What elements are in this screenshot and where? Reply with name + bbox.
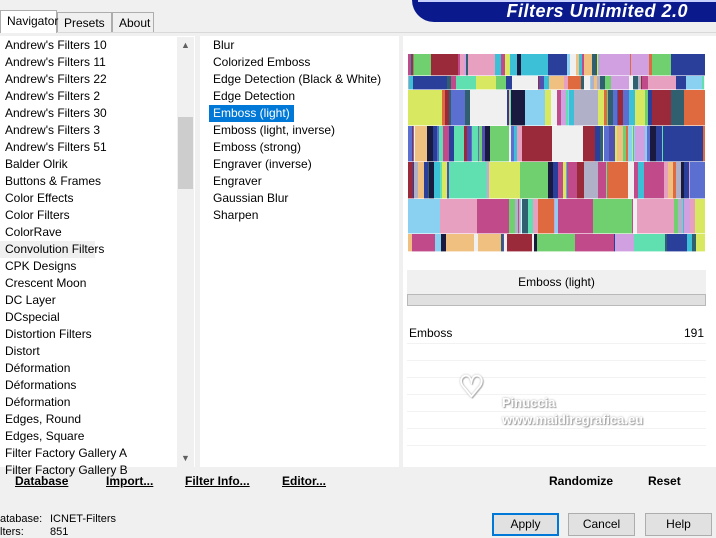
category-item[interactable]: Déformation [0,394,175,411]
category-item[interactable]: ColorRave [0,224,175,241]
category-item[interactable]: Distortion Filters [0,326,175,343]
category-item[interactable]: Andrew's Filters 22 [0,71,175,88]
filter-list[interactable]: Blur Colorized Emboss Edge Detection (Blac… [200,36,399,467]
category-item[interactable]: Filter Factory Gallery A [0,445,175,462]
reset-button[interactable]: Reset [648,474,681,492]
category-item[interactable]: Crescent Moon [0,275,175,292]
param-row-empty [407,428,706,444]
category-item[interactable]: Convolution Filters [0,241,104,258]
filters-count-label: lters: [0,526,24,538]
app-title: Filters Unlimited 2.0 [506,1,688,21]
filter-info-button[interactable]: Filter Info... [185,474,250,492]
category-item[interactable]: Andrew's Filters 2 [0,88,175,105]
category-item[interactable]: Andrew's Filters 11 [0,54,175,71]
filter-item[interactable]: Emboss (strong) [209,139,305,156]
param-row-empty [407,394,706,410]
randomize-button[interactable]: Randomize [549,474,613,492]
category-item[interactable]: CPK Designs [0,258,175,275]
filter-item[interactable]: Colorized Emboss [209,54,314,71]
param-value: 191 [683,326,704,340]
filter-item[interactable]: Engraver [209,173,266,190]
category-item[interactable]: Andrew's Filters 10 [0,37,175,54]
scroll-thumb[interactable] [178,117,193,189]
category-item[interactable]: Edges, Round [0,411,175,428]
category-item[interactable]: Andrew's Filters 51 [0,139,175,156]
cancel-button[interactable]: Cancel [568,513,635,536]
apply-button[interactable]: Apply [492,513,559,536]
tab-about[interactable]: About [112,12,154,32]
editor-button[interactable]: Editor... [282,474,326,492]
category-item[interactable]: Distort [0,343,175,360]
filter-item[interactable]: Edge Detection (Black & White) [209,71,385,88]
filter-item[interactable]: Emboss (light, inverse) [209,122,339,139]
filter-item[interactable]: Engraver (inverse) [209,156,316,173]
filter-item[interactable]: Gaussian Blur [209,190,292,207]
category-item[interactable]: Andrew's Filters 30 [0,105,175,122]
category-item[interactable]: Edges, Square [0,428,175,445]
help-button[interactable]: Help [645,513,712,536]
tab-bar: Navigator Presets About [0,10,400,33]
category-scrollbar[interactable]: ▲ ▼ [177,37,194,467]
watermark-url: www.maidiregrafica.eu [502,412,644,427]
category-item[interactable]: Balder Olrik [0,156,175,173]
category-list[interactable]: Andrew's Filters 10 Andrew's Filters 11 An… [0,36,195,477]
preview-image [408,54,705,252]
category-item[interactable]: Andrew's Filters 3 [0,122,175,139]
category-item[interactable]: DC Layer [0,292,175,309]
watermark-name: Pinuccia [502,395,556,410]
filter-name-label: Emboss (light) [407,270,706,294]
category-item[interactable]: Buttons & Frames [0,173,175,190]
param-row-empty [407,445,706,461]
app-banner: Filters Unlimited 2.0 [412,0,716,22]
category-item[interactable]: DCspecial [0,309,175,326]
tab-presets[interactable]: Presets [57,12,112,32]
param-label: Emboss [409,326,453,340]
category-item[interactable]: Déformations [0,377,175,394]
filters-count-value: 851 [50,526,69,538]
filter-item[interactable]: Edge Detection [209,88,299,105]
param-row-emboss[interactable]: Emboss 191 [407,325,706,342]
preset-slot-bar[interactable] [407,294,706,306]
category-item[interactable]: Color Effects [0,190,175,207]
scroll-up-arrow-icon[interactable]: ▲ [177,37,194,54]
import-button[interactable]: Import... [106,474,153,492]
scroll-down-arrow-icon[interactable]: ▼ [177,450,194,467]
category-item[interactable]: Déformation [0,360,175,377]
database-label: atabase: [0,513,43,525]
filter-item[interactable]: Sharpen [209,207,262,224]
param-row-empty [407,360,706,376]
database-value: ICNET-Filters [50,513,116,525]
filter-item[interactable]: Blur [209,37,238,54]
param-row-empty [407,377,706,393]
param-row-empty [407,343,706,359]
filter-item[interactable]: Emboss (light) [209,105,294,122]
tab-navigator[interactable]: Navigator [0,10,58,33]
database-button[interactable]: Database [15,474,68,492]
category-item[interactable]: Color Filters [0,207,175,224]
watermark-heart-icon: ♡ [458,371,485,404]
